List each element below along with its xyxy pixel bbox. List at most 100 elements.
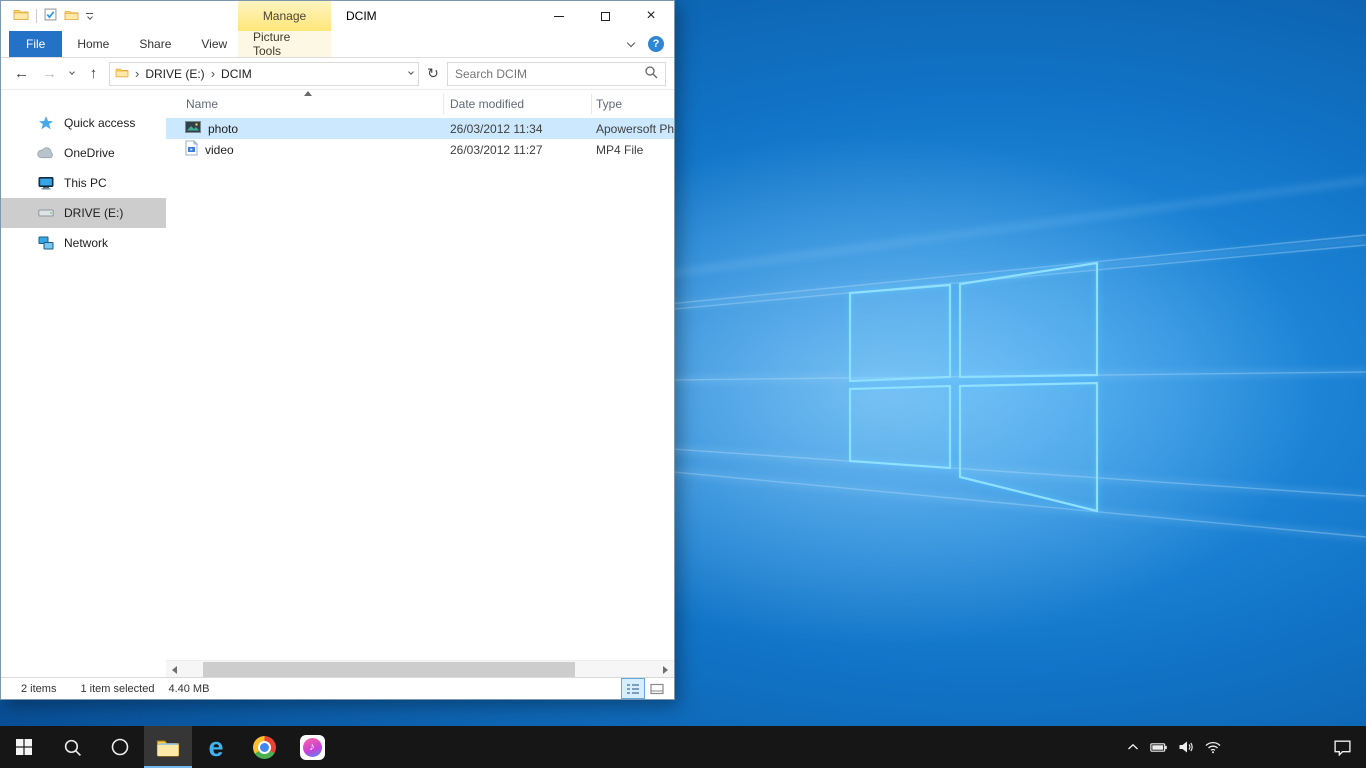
taskbar-itunes-button[interactable]: ♪	[288, 726, 336, 768]
column-header-date-modified[interactable]: Date modified	[444, 94, 592, 114]
volume-icon[interactable]	[1178, 740, 1194, 754]
selection-count: 1 item selected	[80, 683, 154, 695]
tab-view[interactable]: View	[186, 31, 242, 57]
minimize-button[interactable]	[536, 1, 582, 31]
table-row-photo[interactable]: photo 26/03/2012 11:34 Apowersoft Pho	[166, 118, 674, 139]
properties-icon[interactable]	[44, 8, 57, 24]
edge-icon: e	[208, 734, 223, 761]
details-view-button[interactable]	[622, 679, 644, 698]
sidebar-item-onedrive[interactable]: OneDrive	[1, 138, 166, 168]
network-icon	[37, 236, 54, 250]
file-date: 26/03/2012 11:34	[444, 122, 592, 136]
cortana-button[interactable]	[96, 726, 144, 768]
expand-ribbon-chevron-icon[interactable]	[627, 38, 635, 46]
recent-locations-chevron[interactable]	[65, 62, 78, 86]
explorer-folder-icon	[13, 8, 29, 24]
photo-thumbnail-icon	[185, 121, 201, 136]
table-row-video[interactable]: video 26/03/2012 11:27 MP4 File	[166, 139, 674, 160]
itunes-icon: ♪	[300, 735, 325, 760]
caption-buttons: ×	[536, 1, 674, 31]
status-bar: 2 items 1 item selected 4.40 MB	[1, 677, 674, 699]
tab-picture-tools[interactable]: Picture Tools	[238, 31, 331, 57]
up-button[interactable]: ↑	[81, 62, 106, 86]
chrome-icon	[253, 736, 276, 759]
back-button[interactable]: ←	[9, 62, 34, 86]
taskbar-edge-button[interactable]: e	[192, 726, 240, 768]
file-date: 26/03/2012 11:27	[444, 143, 592, 157]
breadcrumb-segment-dcim[interactable]: DCIM	[221, 67, 252, 81]
file-type: Apowersoft Pho	[592, 122, 674, 136]
sidebar-item-this-pc[interactable]: This PC	[1, 168, 166, 198]
search-icon[interactable]	[644, 65, 658, 82]
tab-share[interactable]: Share	[124, 31, 186, 57]
address-bar[interactable]: › DRIVE (E:) › DCIM	[109, 62, 419, 86]
new-folder-icon[interactable]	[64, 9, 79, 24]
help-icon[interactable]: ?	[648, 36, 664, 52]
forward-button[interactable]: →	[37, 62, 62, 86]
search-icon	[63, 738, 82, 757]
sidebar-item-drive-e[interactable]: DRIVE (E:)	[1, 198, 166, 228]
sort-ascending-icon	[304, 91, 312, 96]
star-icon	[37, 115, 54, 131]
address-folder-icon	[115, 67, 129, 81]
scroll-right-arrow[interactable]	[657, 661, 674, 677]
taskbar-chrome-button[interactable]	[240, 726, 288, 768]
close-button[interactable]: ×	[628, 1, 674, 31]
ribbon-tab-row: File Home Share View Picture Tools ?	[1, 31, 674, 58]
navigation-pane: Quick access OneDrive This PC DRIVE (E:)	[1, 90, 166, 677]
sidebar-item-label: Quick access	[64, 116, 135, 130]
scroll-left-arrow[interactable]	[166, 661, 183, 677]
sidebar-item-quick-access[interactable]: Quick access	[1, 108, 166, 138]
start-button[interactable]	[0, 726, 48, 768]
cloud-icon	[37, 147, 54, 159]
maximize-icon	[601, 12, 610, 21]
cortana-icon	[110, 737, 130, 757]
file-explorer-window: Manage DCIM × File Home Share View Pictu…	[0, 0, 675, 700]
maximize-button[interactable]	[582, 1, 628, 31]
horizontal-scrollbar[interactable]	[166, 660, 674, 677]
customize-qat-chevron-icon[interactable]	[86, 13, 93, 19]
items-count: 2 items	[21, 683, 56, 695]
taskbar: e ♪	[0, 726, 1366, 768]
network-wifi-icon[interactable]	[1205, 741, 1221, 754]
contextual-tab-chip[interactable]: Manage	[238, 1, 331, 31]
breadcrumb-separator: ›	[135, 66, 139, 81]
navigation-bar: ← → ↑ › DRIVE (E:) › DCIM ↻	[1, 58, 674, 90]
window-title: DCIM	[346, 1, 377, 31]
sidebar-item-label: Network	[64, 236, 108, 250]
minimize-icon	[554, 16, 564, 17]
titlebar[interactable]: Manage DCIM ×	[1, 1, 674, 31]
scrollbar-track[interactable]	[183, 661, 657, 677]
breadcrumb-segment-drive[interactable]: DRIVE (E:)	[145, 67, 204, 81]
sidebar-item-label: This PC	[64, 176, 107, 190]
file-type: MP4 File	[592, 143, 674, 157]
battery-icon[interactable]	[1150, 742, 1167, 753]
close-icon: ×	[646, 8, 655, 24]
selection-size: 4.40 MB	[168, 683, 209, 695]
search-input[interactable]	[455, 67, 640, 81]
pc-icon	[37, 176, 54, 190]
file-list-area: Name Date modified Type photo 26/03/2012…	[166, 90, 674, 677]
tab-file[interactable]: File	[9, 31, 62, 57]
column-header-name[interactable]: Name	[166, 94, 444, 114]
file-explorer-icon	[156, 738, 180, 757]
windows-logo-icon	[16, 739, 32, 755]
drive-icon	[37, 208, 54, 218]
large-icons-view-button[interactable]	[646, 679, 668, 698]
taskbar-search-button[interactable]	[48, 726, 96, 768]
address-history-chevron-icon[interactable]	[408, 69, 414, 75]
system-tray	[1127, 726, 1221, 768]
column-header-type[interactable]: Type	[592, 94, 674, 114]
qat-separator	[36, 9, 37, 23]
file-rows: photo 26/03/2012 11:34 Apowersoft Pho vi…	[166, 118, 674, 660]
refresh-button[interactable]: ↻	[422, 62, 444, 86]
action-center-icon[interactable]	[1333, 726, 1352, 768]
sidebar-item-label: OneDrive	[64, 146, 115, 160]
sidebar-item-network[interactable]: Network	[1, 228, 166, 258]
taskbar-file-explorer-button[interactable]	[144, 726, 192, 768]
scrollbar-thumb[interactable]	[203, 662, 575, 677]
search-box[interactable]	[447, 62, 666, 86]
tab-home[interactable]: Home	[62, 31, 124, 57]
show-hidden-icons-chevron[interactable]	[1127, 743, 1139, 751]
video-file-icon	[185, 140, 198, 159]
